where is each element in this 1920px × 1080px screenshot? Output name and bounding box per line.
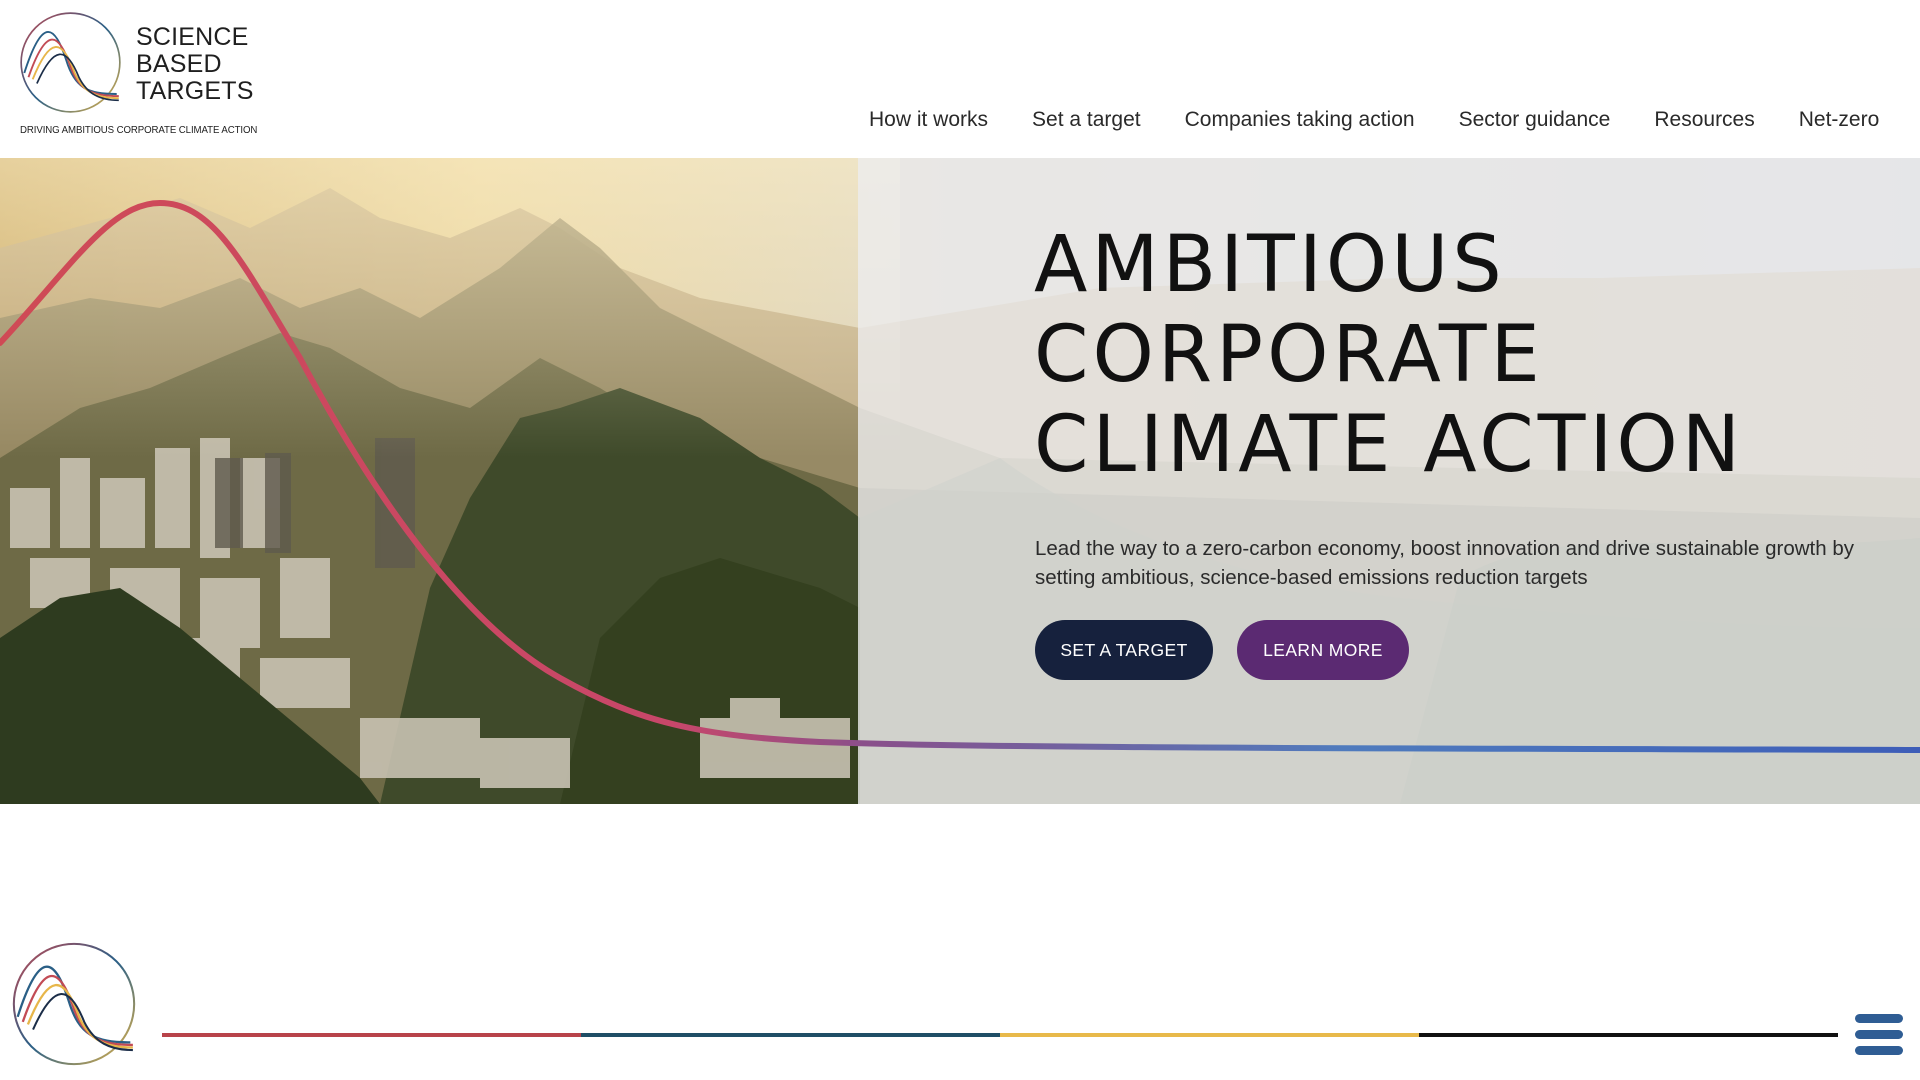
hamburger-bar-2 [1855,1030,1903,1039]
divider-segment-yellow [1000,1033,1419,1037]
hero-title-line-2: CORPORATE [1034,310,1544,400]
hamburger-bar-3 [1855,1046,1903,1055]
main-nav: How it works Set a target Companies taki… [869,108,1920,132]
nav-resources[interactable]: Resources [1654,108,1754,132]
logo-line-1: SCIENCE [136,23,249,51]
nav-set-a-target[interactable]: Set a target [1032,108,1141,132]
divider-segment-red [162,1033,581,1037]
hero-subtitle: Lead the way to a zero-carbon economy, b… [1035,536,1854,589]
nav-sector-guidance[interactable]: Sector guidance [1459,108,1611,132]
divider-segment-blue [581,1033,1000,1037]
nav-companies-taking-action[interactable]: Companies taking action [1185,108,1415,132]
hero-title-line-1: AMBITIOUS [1034,220,1506,310]
nav-how-it-works[interactable]: How it works [869,108,988,132]
logo-tagline: DRIVING AMBITIOUS CORPORATE CLIMATE ACTI… [20,124,258,136]
logo-line-3: TARGETS [136,77,254,105]
hamburger-menu-icon[interactable] [1855,1014,1905,1060]
hero-title: AMBITIOUS CORPORATE CLIMATE ACTION [1034,220,1744,490]
footer-logo-icon[interactable] [10,940,138,1068]
set-a-target-button[interactable]: SET A TARGET [1035,620,1213,680]
site-header: SCIENCE BASED TARGETS DRIVING AMBITIOUS … [0,0,1920,158]
nav-net-zero[interactable]: Net-zero [1799,108,1880,132]
sbt-logo[interactable]: SCIENCE BASED TARGETS DRIVING AMBITIOUS … [18,10,258,138]
hamburger-bar-1 [1855,1014,1903,1023]
hero-section: AMBITIOUS CORPORATE CLIMATE ACTION Lead … [0,158,1920,804]
divider-segment-black [1419,1033,1838,1037]
hero-title-line-3: CLIMATE ACTION [1034,400,1745,490]
logo-wordmark: SCIENCE BASED TARGETS [136,24,254,105]
logo-line-2: BASED [136,50,222,78]
logo-mark-icon [20,12,121,113]
learn-more-button[interactable]: LEARN MORE [1237,620,1409,680]
